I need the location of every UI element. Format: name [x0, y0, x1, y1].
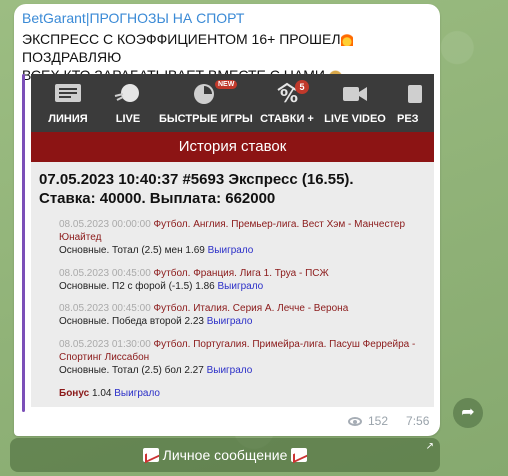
bonus-status: Выиграло — [114, 388, 160, 399]
chart-icon — [291, 448, 308, 462]
nav-results: РЕЗ — [393, 74, 434, 132]
external-link-icon: ↗ — [425, 441, 434, 452]
message-meta: 152 7:56 — [348, 414, 429, 428]
bet-date: 08.05.2023 00:45:00 — [59, 268, 151, 279]
share-button[interactable]: ➦ — [453, 398, 483, 428]
bet-status: Выиграло — [206, 316, 253, 327]
new-badge: NEW — [215, 80, 238, 89]
headline-line2: Ставка: 40000. Выплата: 662000 — [39, 190, 276, 207]
bet-date: 08.05.2023 00:45:00 — [59, 303, 151, 314]
bet-screenshot-image[interactable]: ЛИНИЯ LIVE NEW БЫСТРЫЕ ИГРЫ % 5 СТАВКИ +… — [31, 74, 434, 407]
bet-item: 08.05.2023 01:30:00 Футбол. Португалия. … — [59, 338, 429, 377]
view-count: 152 — [368, 414, 389, 428]
nav-label: ЛИНИЯ — [48, 113, 88, 125]
list-icon — [55, 84, 81, 102]
bet-history-panel: 07.05.2023 10:40:37 #5693 Экспресс (16.5… — [31, 162, 434, 407]
nav-fast-games: NEW БЫСТРЫЕ ИГРЫ — [159, 74, 253, 132]
nav-line: ЛИНИЯ — [37, 74, 99, 132]
eye-icon — [348, 416, 362, 426]
message-time: 7:56 — [406, 414, 430, 428]
bet-detail: Основные. Тотал (2.5) мен 1.69 — [59, 245, 205, 256]
message-bubble: BetGarant|ПРОГНОЗЫ НА СПОРТ ЭКСПРЕСС С К… — [14, 4, 440, 436]
message-line1: ЭКСПРЕСС С КОЭФФИЦИЕНТОМ 16+ ПРОШЕЛ — [22, 31, 341, 47]
nav-live: LIVE — [103, 74, 153, 132]
bet-status: Выиграло — [206, 365, 253, 376]
bet-status: Выиграло — [207, 245, 254, 256]
section-title: История ставок — [31, 132, 434, 162]
bonus-row: Бонус 1.04 Выиграло — [59, 388, 160, 399]
nav-bets-plus: % 5 СТАВКИ + — [255, 74, 319, 132]
ball-icon — [114, 84, 139, 102]
nav-live-video: LIVE VIDEO — [323, 74, 387, 132]
nav-label: LIVE VIDEO — [324, 113, 386, 125]
private-message-label: Личное сообщение — [162, 447, 288, 463]
nav-label: СТАВКИ + — [260, 113, 314, 125]
bet-status: Выиграло — [217, 281, 264, 292]
count-badge: 5 — [295, 80, 309, 94]
fire-icon — [340, 32, 353, 46]
more-icon — [408, 85, 422, 103]
bookmaker-navbar: ЛИНИЯ LIVE NEW БЫСТРЫЕ ИГРЫ % 5 СТАВКИ +… — [31, 74, 434, 132]
headline-line1: 07.05.2023 10:40:37 #5693 Экспресс (16.5… — [39, 171, 354, 188]
bet-event: Футбол. Франция. Лига 1. Труа - ПСЖ — [153, 268, 329, 279]
bet-date: 08.05.2023 00:00:00 — [59, 219, 151, 230]
video-icon — [343, 87, 367, 101]
bet-detail: Основные. Победа второй 2.23 — [59, 316, 204, 327]
chart-icon — [142, 448, 159, 462]
channel-name[interactable]: BetGarant|ПРОГНОЗЫ НА СПОРТ — [22, 10, 244, 26]
share-arrow-icon: ➦ — [461, 404, 475, 421]
bet-item: 08.05.2023 00:45:00 Футбол. Франция. Лиг… — [59, 267, 429, 293]
bonus-value: 1.04 — [92, 388, 112, 399]
bonus-label: Бонус — [59, 388, 90, 399]
bet-detail: Основные. П2 с форой (-1.5) 1.86 — [59, 281, 215, 292]
message-line1b: ПОЗДРАВЛЯЮ — [22, 49, 122, 65]
bet-item: 08.05.2023 00:00:00 Футбол. Англия. Прем… — [59, 218, 429, 257]
bet-item: 08.05.2023 00:45:00 Футбол. Италия. Сери… — [59, 302, 429, 328]
nav-label: БЫСТРЫЕ ИГРЫ — [159, 113, 253, 125]
bet-detail: Основные. Тотал (2.5) бол 2.27 — [59, 365, 204, 376]
private-message-button[interactable]: Личное сообщение ↗ — [10, 438, 440, 472]
express-headline: 07.05.2023 10:40:37 #5693 Экспресс (16.5… — [39, 170, 429, 208]
nav-label: LIVE — [115, 113, 141, 125]
bet-date: 08.05.2023 01:30:00 — [59, 339, 151, 350]
media-accent-bar — [22, 74, 25, 412]
bet-event: Футбол. Италия. Серия А. Лечче - Верона — [153, 303, 349, 314]
nav-label: РЕЗ — [397, 113, 419, 125]
